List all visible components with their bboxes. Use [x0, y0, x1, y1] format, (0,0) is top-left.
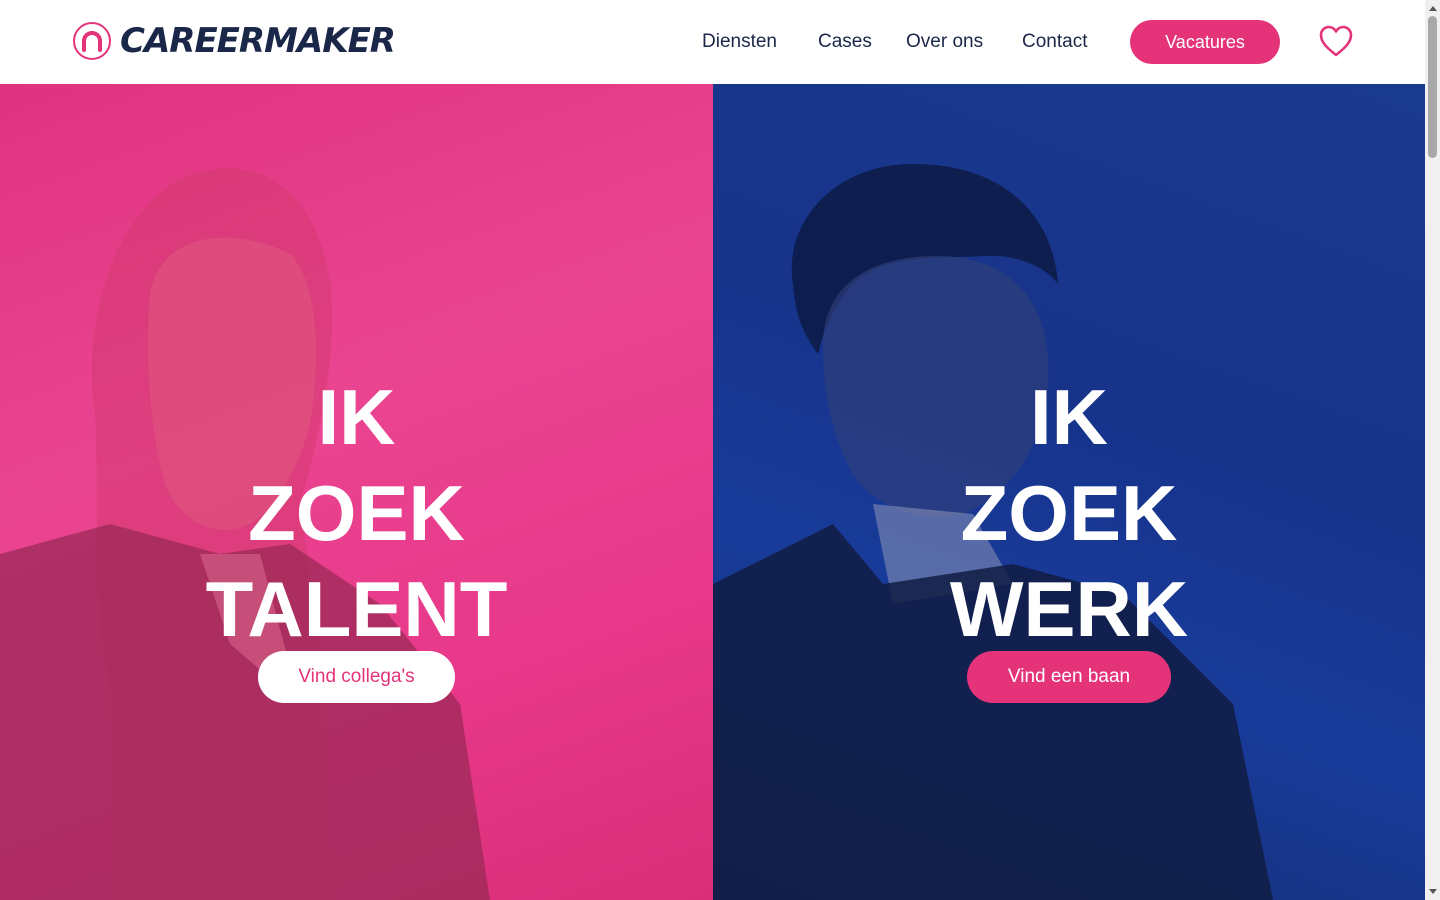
logo[interactable]: CAREERMAKER: [72, 20, 396, 62]
nav-cases[interactable]: Cases: [818, 31, 872, 53]
hero-line: IK: [1030, 373, 1108, 461]
hero-panel-talent: IK ZOEK TALENT Vind collega's: [0, 84, 713, 900]
scroll-up-arrow-icon[interactable]: [1429, 6, 1437, 11]
find-job-button[interactable]: Vind een baan: [967, 651, 1171, 703]
hero-line: IK: [317, 373, 396, 461]
site-header: CAREERMAKER Diensten Cases Over ons Cont…: [0, 0, 1425, 84]
hero-line: ZOEK: [960, 469, 1178, 557]
logo-wordmark: CAREERMAKER: [120, 21, 396, 61]
scroll-down-arrow-icon[interactable]: [1429, 889, 1437, 894]
heart-icon[interactable]: [1318, 24, 1354, 58]
scrollbar-thumb[interactable]: [1428, 16, 1437, 158]
hero-title-talent: IK ZOEK TALENT: [0, 369, 713, 657]
hero-line: ZOEK: [248, 469, 465, 557]
vacatures-button[interactable]: Vacatures: [1130, 20, 1280, 64]
hero-title-werk: IK ZOEK WERK: [713, 369, 1425, 657]
find-colleagues-button[interactable]: Vind collega's: [258, 651, 455, 703]
page-scrollbar[interactable]: [1425, 0, 1440, 900]
hero-line: WERK: [949, 565, 1189, 653]
nav-over-ons[interactable]: Over ons: [906, 31, 983, 53]
hero-line: TALENT: [205, 565, 508, 653]
nav-contact[interactable]: Contact: [1022, 31, 1087, 53]
logo-mark-icon: [73, 22, 111, 60]
hero-panel-werk: IK ZOEK WERK Vind een baan: [713, 84, 1425, 900]
nav-diensten[interactable]: Diensten: [702, 31, 777, 53]
